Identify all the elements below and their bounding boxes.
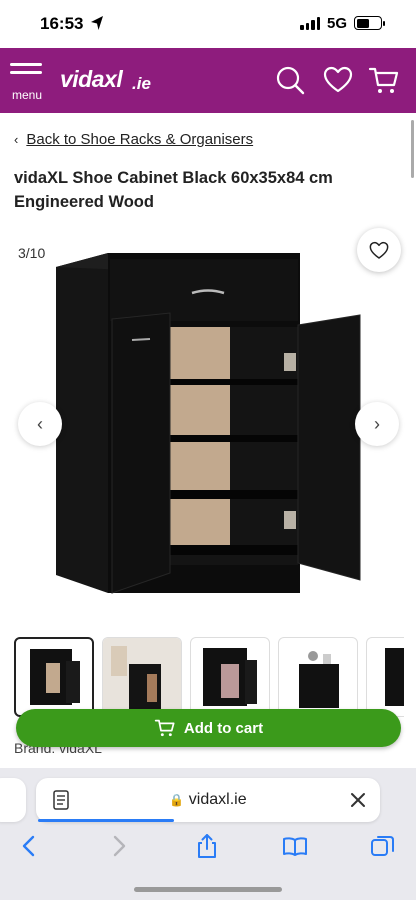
thumbnail[interactable]	[102, 637, 182, 717]
back-icon[interactable]	[16, 832, 44, 860]
menu-button[interactable]: menu	[10, 63, 46, 103]
stop-loading-icon[interactable]	[348, 790, 368, 810]
chevron-left-icon: ‹	[37, 413, 43, 434]
browser-toolbar: 🔒 vidaxl.ie	[0, 768, 416, 900]
previous-tab[interactable]	[0, 778, 26, 822]
chevron-left-icon: ‹	[14, 132, 19, 147]
thumbnail-strip	[14, 637, 404, 717]
chevron-right-icon: ›	[374, 413, 380, 434]
thumbnail[interactable]	[366, 637, 404, 717]
signal-icon	[300, 17, 320, 30]
logo-text: vidaxl	[60, 66, 123, 92]
add-to-cart-button[interactable]: Add to cart	[16, 709, 401, 747]
hamburger-icon	[10, 63, 46, 74]
scrollbar[interactable]	[411, 120, 414, 178]
heart-outline-icon	[369, 241, 389, 259]
url-text: vidaxl.ie	[188, 791, 247, 808]
vidaxl-logo[interactable]: vidaxl .ie	[60, 62, 154, 100]
gallery-next-button[interactable]: ›	[355, 402, 399, 446]
product-image[interactable]	[50, 245, 370, 600]
status-time: 16:53	[40, 14, 84, 33]
address-bar[interactable]: 🔒 vidaxl.ie	[36, 778, 380, 822]
home-indicator[interactable]	[134, 887, 282, 892]
thumbnail[interactable]	[190, 637, 270, 717]
cart-icon[interactable]	[368, 64, 400, 96]
menu-label: menu	[12, 88, 43, 102]
back-link[interactable]: ‹ Back to Shoe Racks & Organisers	[14, 131, 253, 148]
gallery-prev-button[interactable]: ‹	[18, 402, 62, 446]
product-title: vidaXL Shoe Cabinet Black 60x35x84 cm En…	[14, 169, 333, 211]
cart-icon	[154, 719, 175, 737]
add-to-wishlist-button[interactable]	[357, 228, 401, 272]
thumbnail[interactable]	[278, 637, 358, 717]
logo-suffix: .ie	[132, 74, 151, 93]
add-to-cart-label: Add to cart	[183, 719, 264, 737]
battery-icon	[354, 16, 385, 30]
bookmarks-icon[interactable]	[281, 832, 309, 860]
forward-icon[interactable]	[104, 832, 132, 860]
heart-icon[interactable]	[322, 64, 354, 96]
network-type: 5G	[327, 15, 348, 32]
image-counter: 3/10	[18, 245, 46, 261]
url-text-row: 🔒 vidaxl.ie	[36, 791, 380, 809]
search-icon[interactable]	[274, 64, 306, 96]
lock-icon: 🔒	[169, 793, 185, 807]
page-load-progress	[38, 819, 174, 822]
share-icon[interactable]	[193, 832, 221, 860]
site-header: menu vidaxl .ie	[0, 48, 416, 113]
thumbnail[interactable]	[14, 637, 94, 717]
back-link-label: Back to Shoe Racks & Organisers	[26, 131, 254, 148]
location-arrow-icon	[91, 16, 103, 30]
tabs-icon[interactable]	[369, 832, 397, 860]
status-bar: 16:53 5G	[0, 0, 416, 48]
